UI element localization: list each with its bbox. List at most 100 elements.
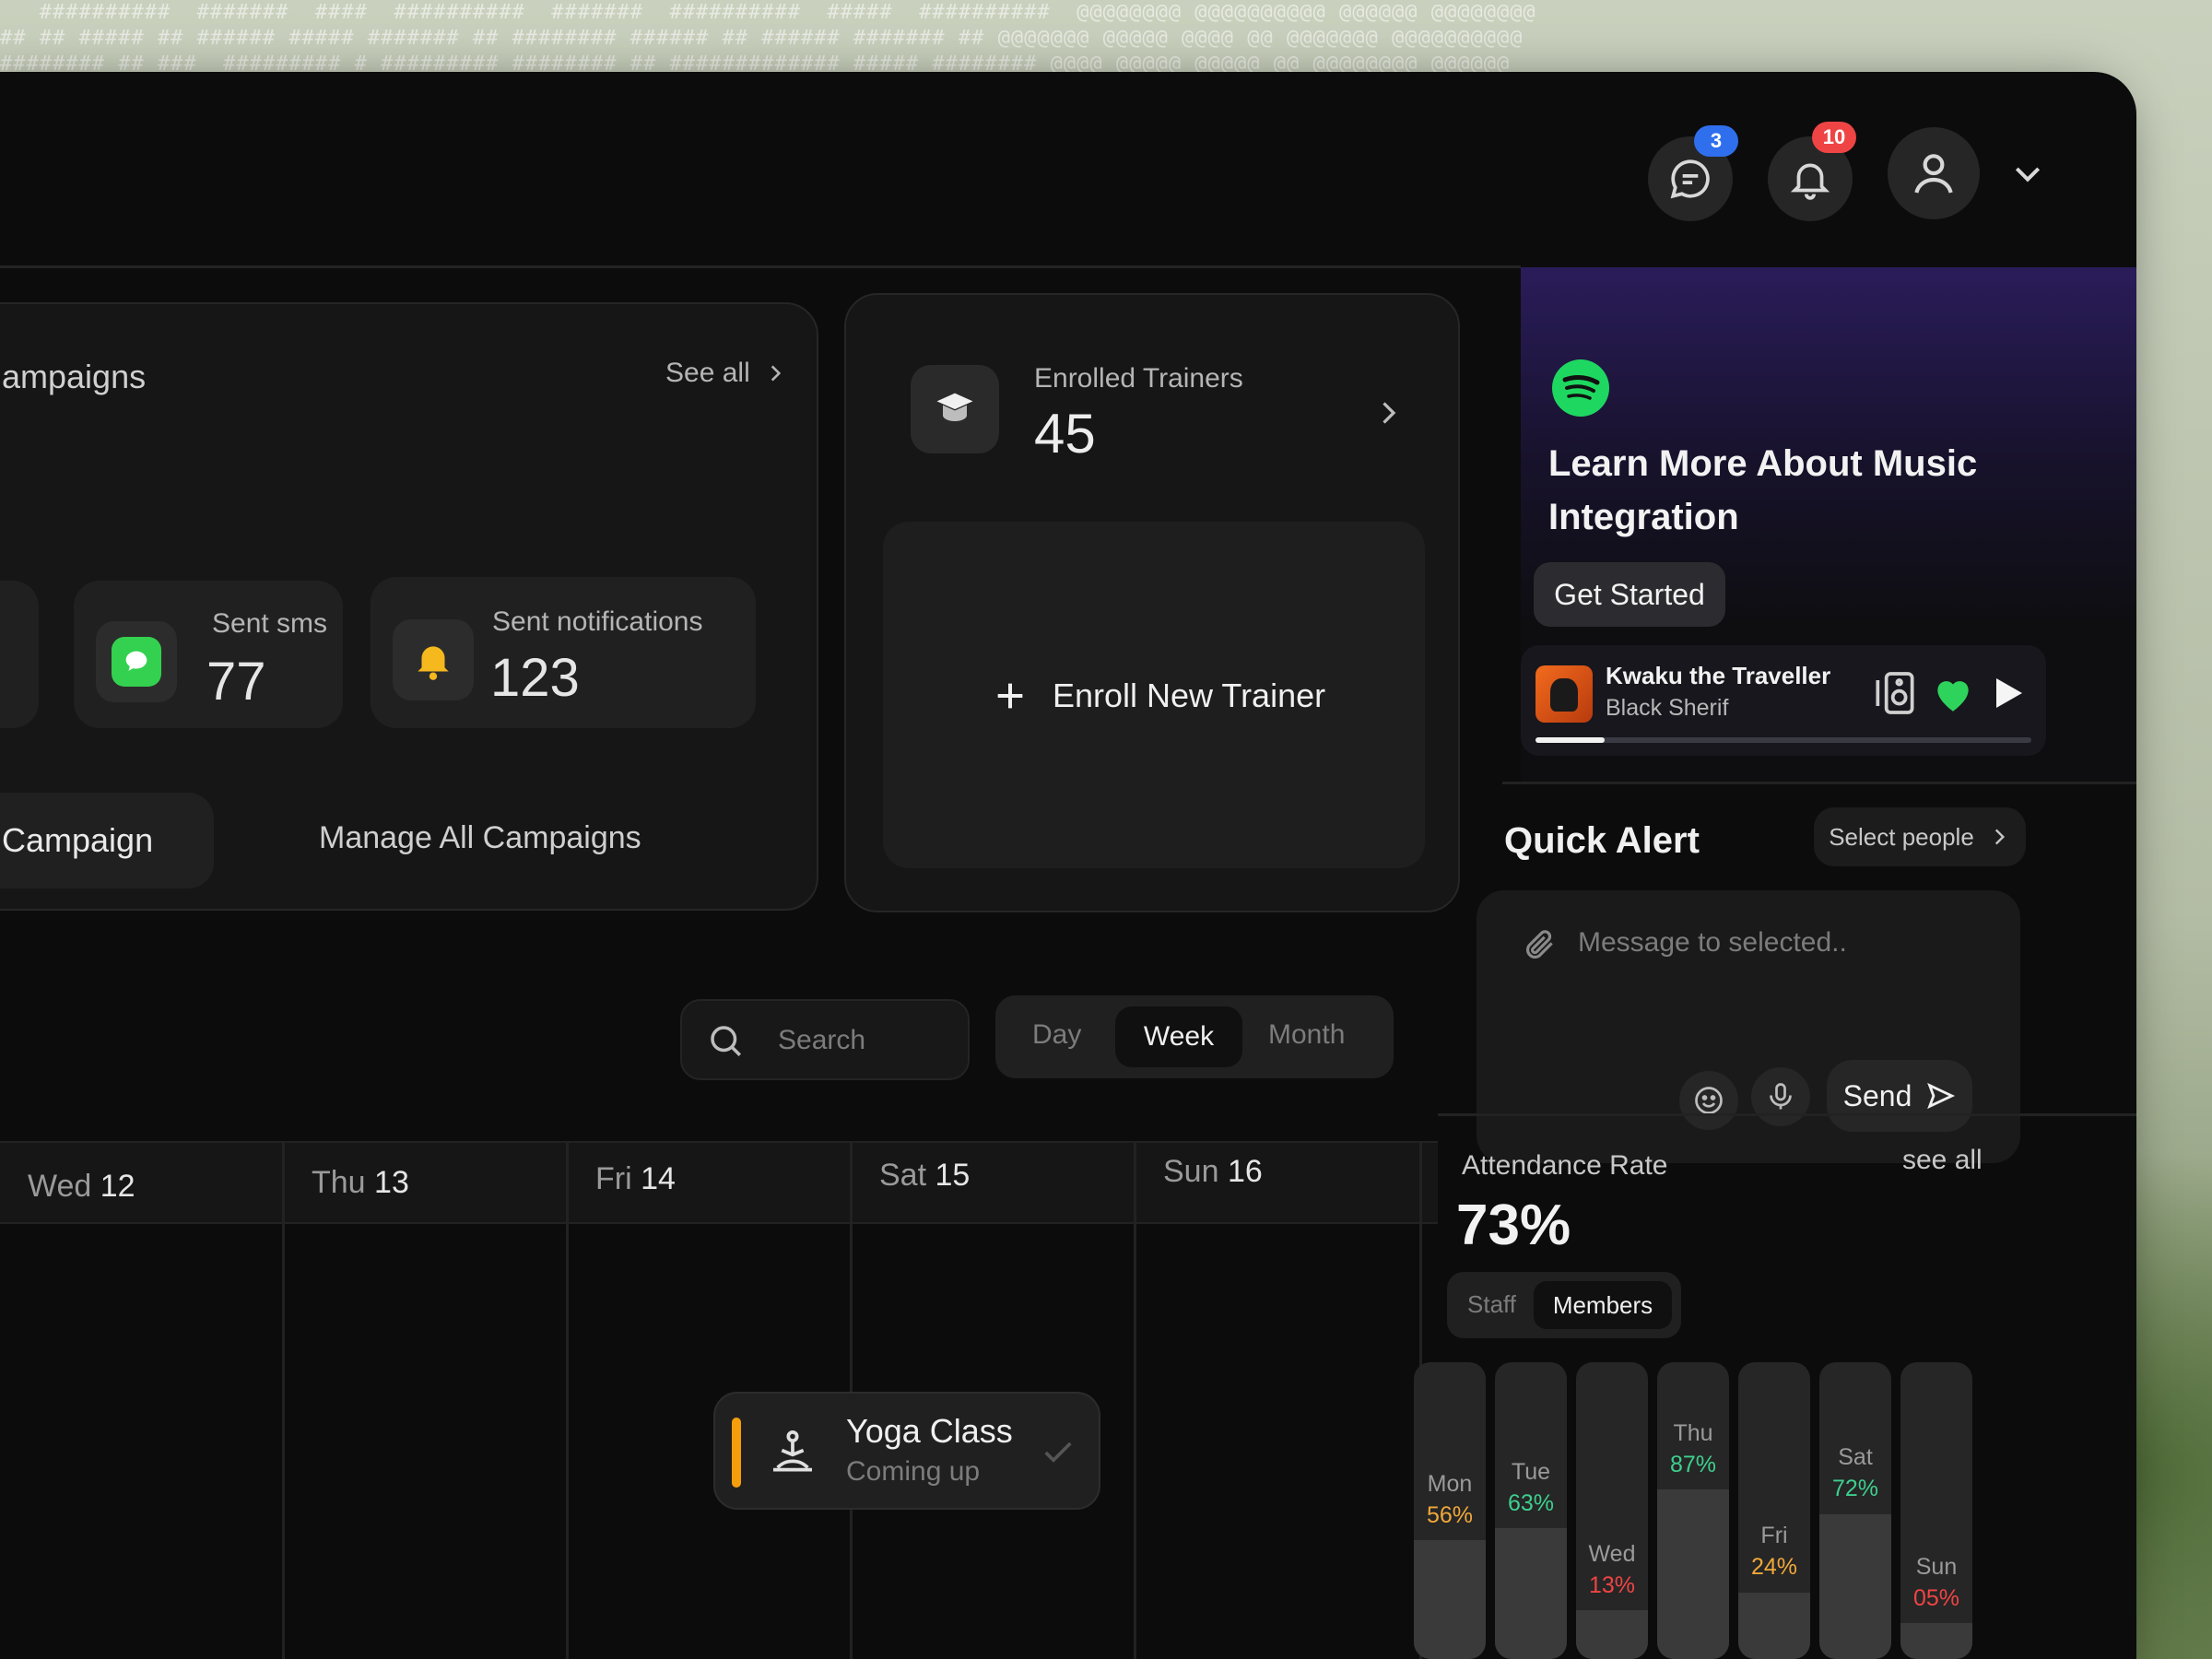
manage-campaigns-link[interactable]: Manage All Campaigns xyxy=(319,820,641,856)
view-switcher: Day Week Month xyxy=(995,995,1394,1078)
attendance-title: Attendance Rate xyxy=(1462,1150,1668,1181)
send-button[interactable]: Send xyxy=(1827,1060,1972,1132)
attendance-see-all-link[interactable]: see all xyxy=(1902,1145,1983,1176)
paperclip-icon[interactable] xyxy=(1523,927,1558,962)
stat-tile-emails[interactable]: ils xyxy=(0,581,39,728)
trainers-details-button[interactable] xyxy=(1371,396,1405,429)
attendance-bar-tue[interactable]: Tue 63% xyxy=(1495,1362,1567,1659)
enroll-label: Enroll New Trainer xyxy=(1053,677,1326,714)
speaker-icon xyxy=(1876,672,1914,714)
search-icon xyxy=(711,1026,741,1056)
view-week-label: Week xyxy=(1143,1021,1215,1052)
see-all-label: See all xyxy=(665,358,750,388)
header-divider xyxy=(0,265,1521,268)
tab-members-label: Members xyxy=(1552,1290,1653,1319)
voice-button[interactable] xyxy=(1751,1067,1810,1126)
stat-value: 77 xyxy=(206,652,266,712)
campaigns-title: ampaigns xyxy=(2,358,147,395)
attendance-bar-mon[interactable]: Mon 56% xyxy=(1414,1362,1486,1659)
meditation-icon xyxy=(773,1430,812,1472)
quick-alert-divider xyxy=(1502,782,2136,784)
attendance-pct-label: 72% xyxy=(1831,1476,1879,1502)
track-title: Kwaku the Traveller xyxy=(1606,662,1831,689)
day-header-sat[interactable]: Sat 15 xyxy=(879,1158,970,1194)
attendance-bar-fill xyxy=(1657,1488,1729,1659)
tab-members[interactable]: Members xyxy=(1534,1281,1672,1329)
music-headline-line1: Learn More About Music xyxy=(1548,443,1978,484)
attendance-bar-fri[interactable]: Fri 24% xyxy=(1738,1362,1810,1659)
campaigns-panel: ampaigns See all ils Sent sms 77 xyxy=(0,302,818,911)
calendar-event-yoga[interactable]: Yoga Class Coming up xyxy=(713,1392,1100,1510)
attendance-bar-fill xyxy=(1576,1609,1648,1659)
day-column-divider xyxy=(1134,1141,1136,1659)
stat-tile-notifications[interactable]: Sent notifications 123 xyxy=(371,577,756,728)
day-column-divider xyxy=(282,1141,285,1659)
attendance-day-label: Tue xyxy=(1511,1459,1551,1486)
attendance-chart: Mon 56% Tue 63% Wed 13% Thu 87% Fri 24% Sat 72% Sun 0… xyxy=(1414,1362,1972,1659)
chevron-right-icon xyxy=(1382,402,1396,424)
attendance-day-label: Wed xyxy=(1588,1540,1636,1567)
attendance-pct-label: 63% xyxy=(1507,1490,1555,1517)
profile-avatar-button[interactable] xyxy=(1888,127,1980,219)
attendance-bar-fill xyxy=(1819,1513,1891,1659)
album-art xyxy=(1535,665,1593,723)
enroll-new-trainer-button[interactable]: Enroll New Trainer xyxy=(883,522,1425,868)
attendance-bar-wed[interactable]: Wed 13% xyxy=(1576,1362,1648,1659)
day-header-thu[interactable]: Thu 13 xyxy=(312,1165,409,1201)
microphone-icon xyxy=(1770,1083,1792,1110)
bell-icon xyxy=(418,646,449,680)
attendance-bar-fill xyxy=(1495,1528,1567,1659)
view-day-tab[interactable]: Day xyxy=(1032,1019,1081,1051)
send-label: Send xyxy=(1842,1078,1912,1112)
day-header-sun[interactable]: Sun 16 xyxy=(1163,1154,1263,1190)
attendance-pct-label: 24% xyxy=(1750,1554,1798,1581)
bell-icon xyxy=(1790,163,1830,200)
profile-menu-toggle[interactable] xyxy=(2009,155,2046,192)
new-campaign-button[interactable]: Campaign xyxy=(0,793,214,888)
spotify-waves xyxy=(1562,375,1600,400)
emoji-button[interactable] xyxy=(1679,1071,1738,1130)
attendance-day-label: Mon xyxy=(1427,1470,1473,1497)
attendance-pct-label: 87% xyxy=(1669,1451,1717,1477)
event-accent-bar xyxy=(732,1418,741,1488)
search-input[interactable]: Search xyxy=(778,1025,865,1056)
heart-icon xyxy=(1937,681,1969,712)
day-number: 12 xyxy=(100,1169,135,1204)
event-title: Yoga Class xyxy=(846,1412,1013,1450)
attendance-pct-label: 13% xyxy=(1588,1571,1636,1598)
select-people-button[interactable]: Select people xyxy=(1814,807,2026,866)
campaigns-see-all-link[interactable]: See all xyxy=(665,358,787,389)
attendance-bar-sun[interactable]: Sun 05% xyxy=(1900,1362,1972,1659)
chevron-right-icon xyxy=(1994,829,2005,845)
quick-alert-title: Quick Alert xyxy=(1504,820,1700,861)
message-bubble-icon xyxy=(112,637,161,687)
view-week-tab[interactable]: Week xyxy=(1115,1006,1242,1067)
plus-icon xyxy=(997,683,1023,709)
day-name: Sat xyxy=(879,1158,927,1193)
alert-message-input[interactable]: Message to selected.. xyxy=(1578,927,1847,959)
day-number: 13 xyxy=(374,1165,409,1200)
calendar-search[interactable]: Search xyxy=(680,999,970,1080)
view-month-tab[interactable]: Month xyxy=(1268,1019,1345,1051)
alert-message-box[interactable]: Message to selected.. Send xyxy=(1477,890,2020,1163)
play-button[interactable] xyxy=(1985,671,2030,715)
attendance-bar-thu[interactable]: Thu 87% xyxy=(1657,1362,1729,1659)
day-header-wed[interactable]: Wed 12 xyxy=(28,1169,135,1205)
like-button[interactable] xyxy=(1930,671,1976,717)
messages-count-badge: 3 xyxy=(1694,125,1738,157)
get-started-button[interactable]: Get Started xyxy=(1534,562,1725,627)
stat-tile-sms[interactable]: Sent sms 77 xyxy=(74,581,343,728)
attendance-divider xyxy=(1438,1113,2136,1116)
device-speaker-button[interactable] xyxy=(1869,667,1921,719)
spotify-logo-icon xyxy=(1552,359,1609,417)
attendance-day-label: Fri xyxy=(1760,1523,1788,1549)
attendance-bar-sat[interactable]: Sat 72% xyxy=(1819,1362,1891,1659)
day-header-fri[interactable]: Fri 14 xyxy=(595,1161,676,1197)
chevron-right-icon xyxy=(771,365,781,382)
event-status: Coming up xyxy=(846,1456,981,1487)
trainers-panel: Enrolled Trainers 45 Enroll New Trainer xyxy=(844,293,1460,912)
tab-staff[interactable]: Staff xyxy=(1467,1290,1516,1319)
track-progress-bar[interactable] xyxy=(1535,737,2031,743)
select-people-label: Select people xyxy=(1829,822,1974,851)
attendance-day-label: Thu xyxy=(1673,1419,1713,1446)
